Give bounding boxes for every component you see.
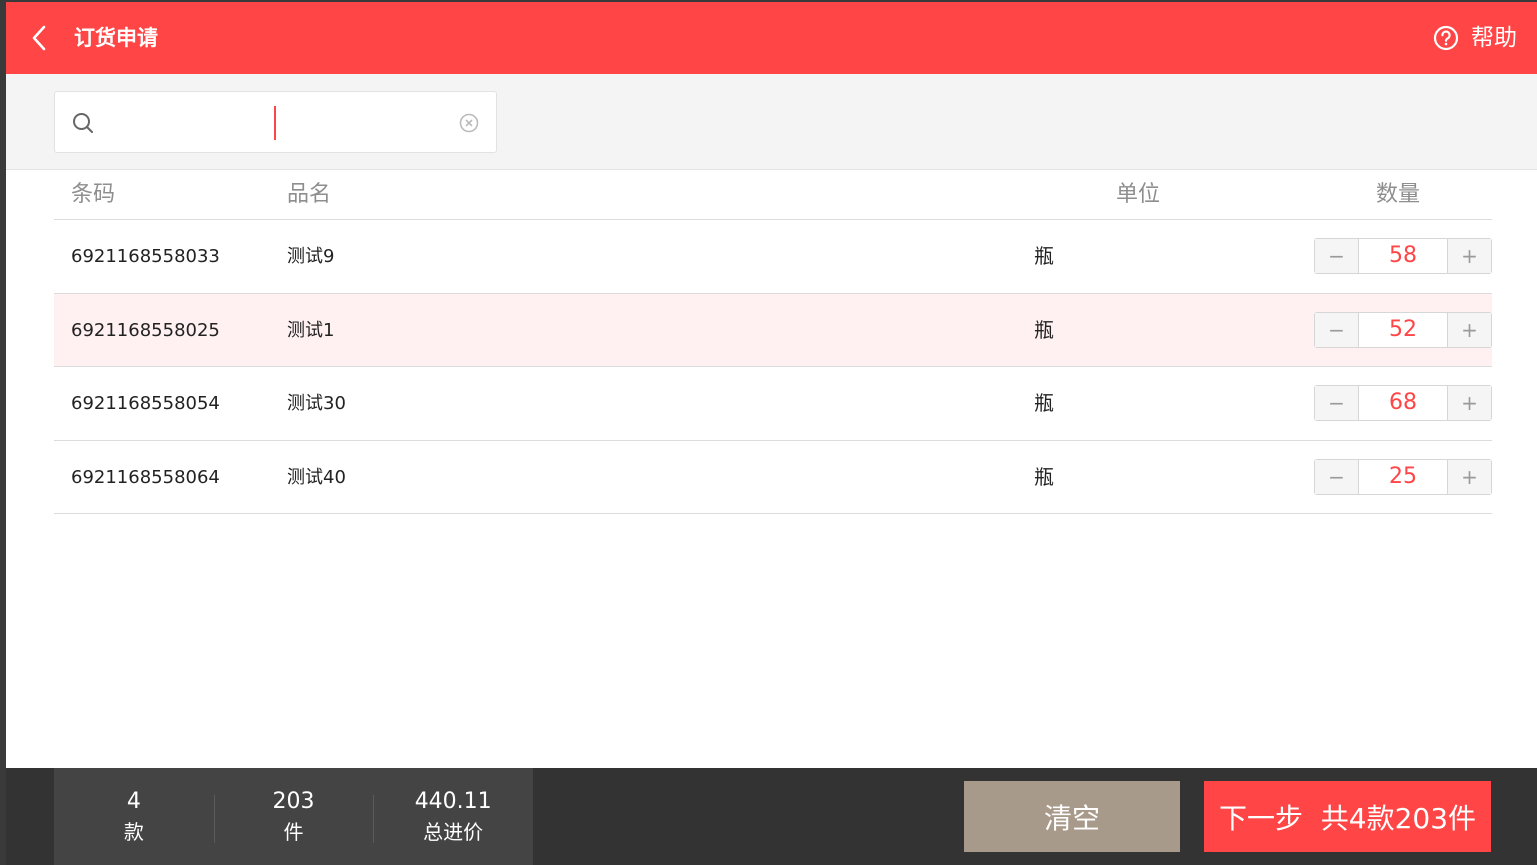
quantity-stepper: − 52 + — [1314, 311, 1492, 348]
barcode-cell: 6921168558054 — [71, 393, 220, 414]
product-name-cell: 测试9 — [287, 246, 335, 267]
unit-cell: 瓶 — [1034, 317, 1054, 342]
table-row[interactable]: 6921168558033 测试9 瓶 − 58 + — [54, 220, 1492, 294]
unit-cell: 瓶 — [1034, 464, 1054, 489]
decrease-button[interactable]: − — [1315, 459, 1359, 494]
help-label: 帮助 — [1471, 25, 1517, 51]
top-bar: 订货申请 帮助 — [6, 2, 1537, 74]
increase-button[interactable]: + — [1447, 312, 1491, 347]
app-window: 订货申请 帮助 条码 品名 单位 数量 6921168558033 测试9 瓶 … — [6, 2, 1537, 865]
decrease-button[interactable]: − — [1315, 386, 1359, 420]
table-row[interactable]: 6921168558064 测试40 瓶 − 25 + — [54, 441, 1492, 514]
column-header-quantity: 数量 — [1376, 182, 1421, 207]
order-table: 条码 品名 单位 数量 6921168558033 测试9 瓶 − 58 + 6… — [54, 170, 1492, 514]
increase-button[interactable]: + — [1447, 239, 1491, 273]
table-header: 条码 品名 单位 数量 — [54, 170, 1492, 220]
quantity-stepper: − 58 + — [1314, 238, 1492, 274]
summary-item-total-cost: 440.11 总进价 — [373, 787, 533, 847]
summary-item-pieces: 203 件 — [213, 787, 374, 847]
next-step-button[interactable]: 下一步 共4款203件 — [1204, 781, 1491, 852]
barcode-cell: 6921168558064 — [71, 466, 220, 488]
increase-button[interactable]: + — [1447, 386, 1491, 420]
quantity-stepper: − 68 + — [1314, 385, 1492, 421]
quantity-stepper: − 25 + — [1314, 458, 1492, 495]
summary-label: 件 — [283, 819, 304, 844]
order-summary: 4 款 203 件 440.11 总进价 — [54, 768, 533, 865]
unit-cell: 瓶 — [1034, 244, 1054, 268]
product-name-cell: 测试30 — [287, 393, 346, 414]
text-cursor — [274, 106, 276, 140]
decrease-button[interactable]: − — [1315, 312, 1359, 347]
column-header-name: 品名 — [287, 182, 332, 207]
summary-label: 款 — [123, 819, 144, 844]
product-name-cell: 测试40 — [287, 466, 346, 488]
summary-value: 203 — [272, 788, 315, 814]
chevron-left-icon — [32, 25, 46, 51]
clear-button[interactable]: 清空 — [964, 781, 1180, 852]
back-button[interactable] — [24, 22, 54, 54]
product-name-cell: 测试1 — [287, 319, 335, 341]
search-input[interactable] — [111, 104, 451, 142]
question-circle-icon — [1433, 25, 1459, 51]
table-row[interactable]: 6921168558054 测试30 瓶 − 68 + — [54, 367, 1492, 441]
column-header-unit: 单位 — [1116, 182, 1161, 207]
increase-button[interactable]: + — [1447, 459, 1491, 494]
page-title: 订货申请 — [74, 26, 158, 50]
summary-value: 440.11 — [414, 788, 492, 814]
search-icon — [73, 113, 93, 133]
summary-value: 4 — [126, 788, 141, 814]
column-header-barcode: 条码 — [71, 182, 116, 207]
barcode-cell: 6921168558033 — [71, 246, 220, 267]
unit-cell: 瓶 — [1034, 391, 1054, 415]
search-box[interactable] — [54, 91, 497, 153]
bottom-bar: 4 款 203 件 440.11 总进价 清空 下一步 共4款203件 — [6, 768, 1537, 865]
quantity-value[interactable]: 52 — [1359, 313, 1447, 347]
decrease-button[interactable]: − — [1315, 239, 1359, 273]
barcode-cell: 6921168558025 — [71, 319, 220, 341]
search-area — [6, 74, 1537, 170]
clear-search-icon[interactable] — [459, 113, 479, 133]
table-row[interactable]: 6921168558025 测试1 瓶 − 52 + — [54, 293, 1492, 367]
quantity-value[interactable]: 25 — [1359, 460, 1447, 494]
quantity-value[interactable]: 68 — [1359, 386, 1447, 420]
help-button[interactable]: 帮助 — [1433, 20, 1517, 56]
quantity-value[interactable]: 58 — [1359, 239, 1447, 273]
summary-label: 总进价 — [423, 819, 484, 844]
summary-item-styles: 4 款 — [54, 787, 214, 847]
